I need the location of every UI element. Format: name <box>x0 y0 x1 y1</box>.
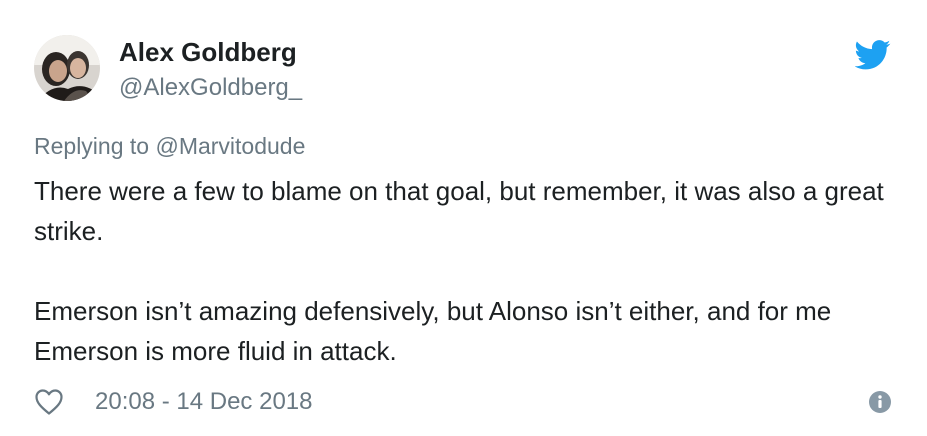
tweet-card: Alex Goldberg @AlexGoldberg_ Replying to… <box>0 0 927 436</box>
avatar[interactable] <box>34 35 100 101</box>
tweet-timestamp[interactable]: 20:08 - 14 Dec 2018 <box>95 386 313 418</box>
author-name[interactable]: Alex Goldberg <box>119 36 297 68</box>
avatar-photo-icon <box>34 35 100 101</box>
reply-prefix: Replying to <box>34 133 150 159</box>
tweet-footer: 20:08 - 14 Dec 2018 <box>34 384 892 420</box>
author-handle[interactable]: @AlexGoldberg_ <box>119 73 302 103</box>
tweet-paragraph: There were a few to blame on that goal, … <box>34 176 884 246</box>
tweet-text: There were a few to blame on that goal, … <box>34 171 884 371</box>
info-icon[interactable] <box>868 390 892 414</box>
twitter-bird-icon[interactable] <box>854 40 891 70</box>
reply-context: Replying to @Marvitodude <box>34 131 305 161</box>
heart-outline-icon[interactable] <box>34 388 64 416</box>
reply-target-link[interactable]: @Marvitodude <box>155 133 305 159</box>
tweet-paragraph: Emerson isn’t amazing defensively, but A… <box>34 296 832 366</box>
